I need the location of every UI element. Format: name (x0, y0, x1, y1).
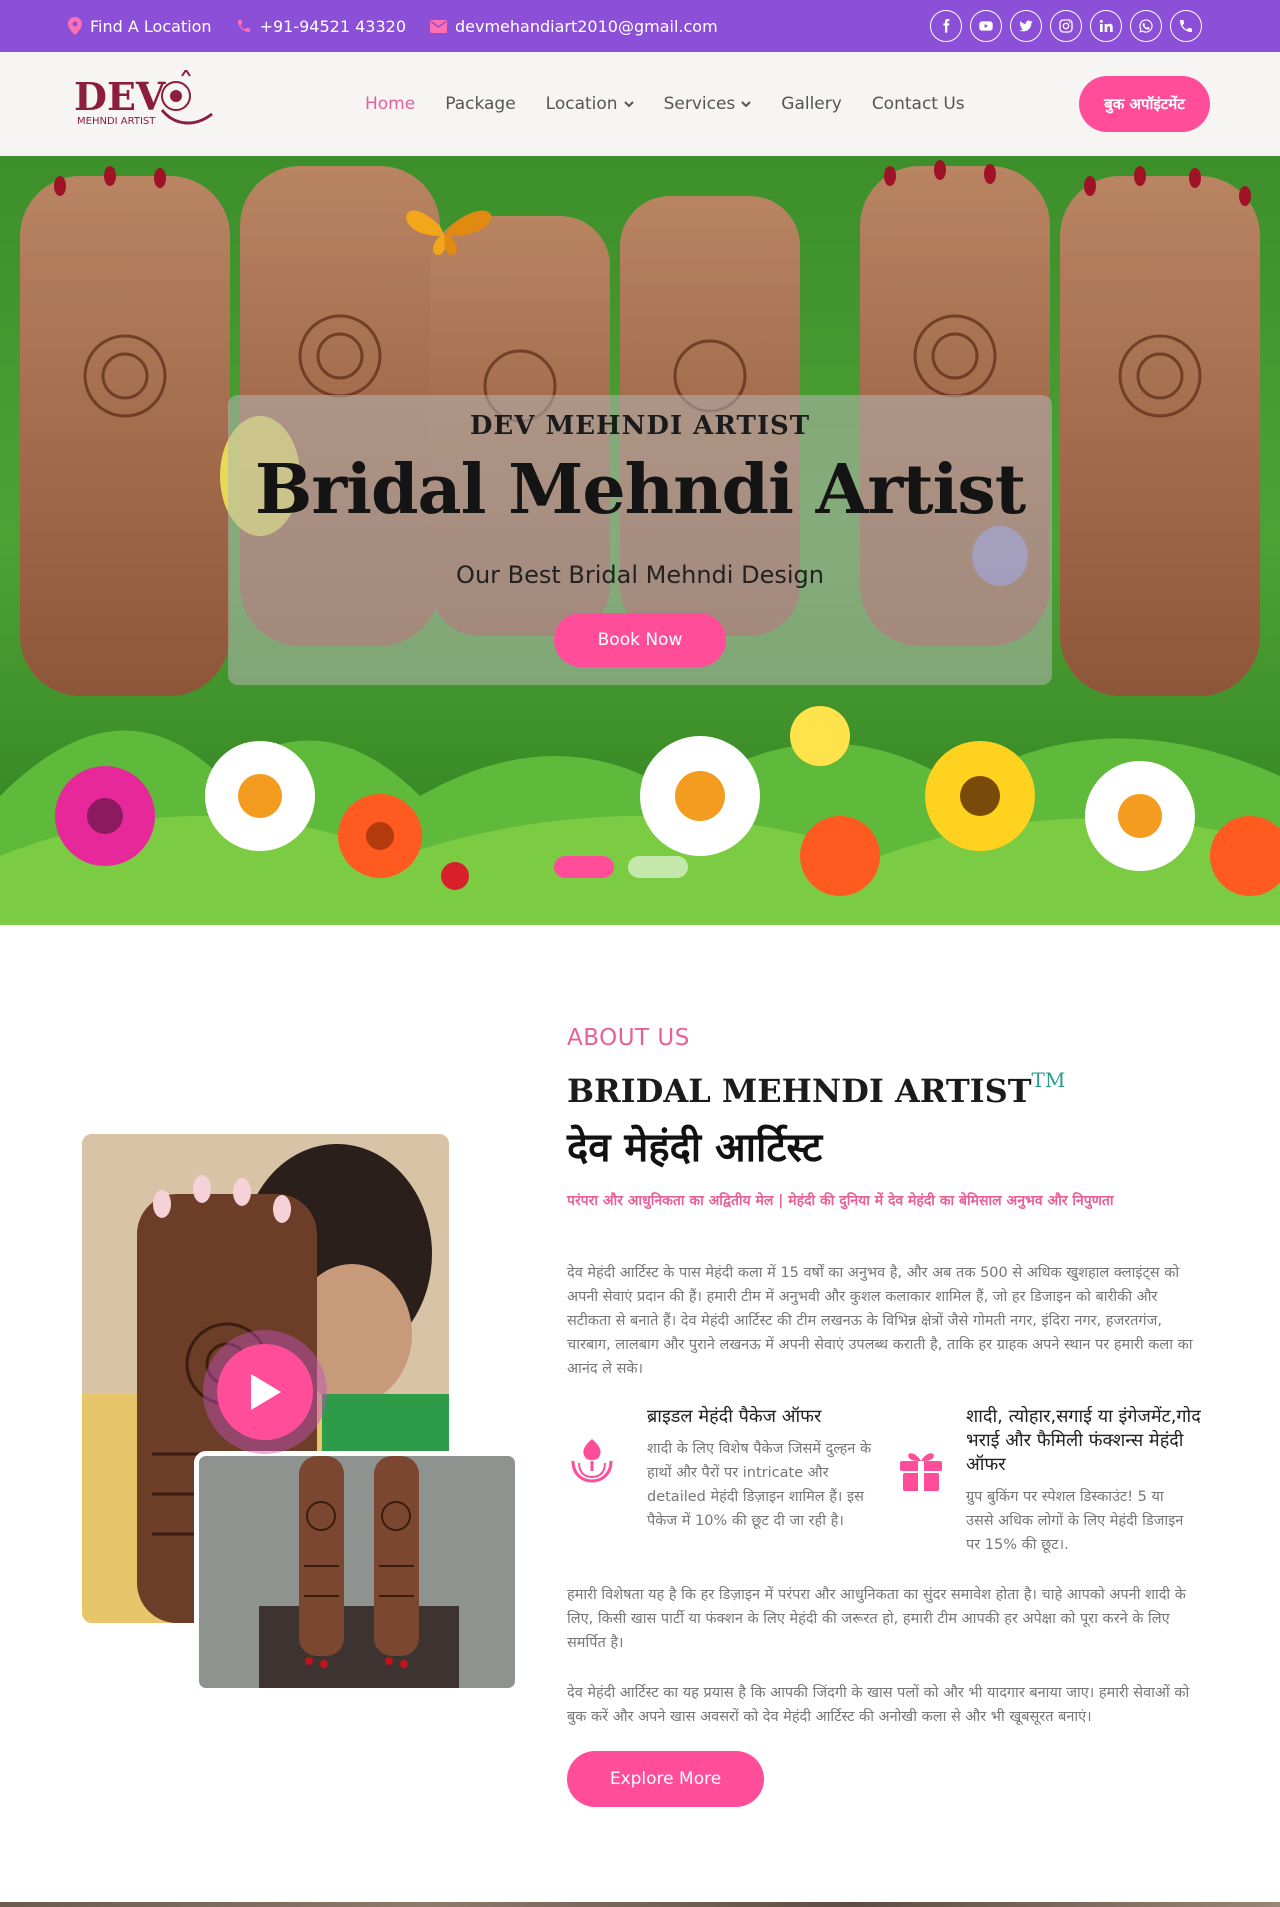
about-hindi-title: देव मेहंदी आर्टिस्ट (567, 1125, 823, 1171)
video-play-button[interactable] (203, 1330, 327, 1454)
nav-location[interactable]: Location (546, 94, 634, 114)
youtube-icon[interactable] (970, 10, 1002, 42)
about-tagline: परंपरा और आधुनिकता का अद्वितीय मेल | मेह… (567, 1193, 1114, 1209)
chevron-down-icon (741, 101, 751, 108)
location-text: Find A Location (90, 16, 212, 36)
hero-tagline: Our Best Bridal Mehndi Design (456, 561, 824, 589)
about-title: BRIDAL MEHNDI ARTISTTM (567, 1068, 1065, 1110)
gift-icon (896, 1445, 946, 1495)
about-paragraph-2: हमारी विशेषता यह है कि हर डिज़ाइन में पर… (567, 1587, 1186, 1651)
henna-cone-icon (567, 1435, 617, 1485)
nav-contact[interactable]: Contact Us (872, 94, 965, 114)
about-section: ABOUT US BRIDAL MEHNDI ARTISTTM देव मेहं… (0, 925, 1280, 1907)
email-text: devmehandiart2010@gmail.com (455, 16, 718, 36)
email-link[interactable]: devmehandiart2010@gmail.com (430, 17, 718, 36)
instagram-icon[interactable] (1050, 10, 1082, 42)
envelope-icon (430, 19, 447, 33)
hero-caption: DEV MEHNDI ARTIST Bridal Mehndi Artist O… (228, 395, 1052, 685)
next-section-edge (0, 1902, 1280, 1907)
nav-home[interactable]: Home (365, 94, 415, 114)
feature-bridal-package: ब्राइडल मेहंदी पैकेज ऑफर शादी के लिए विश… (567, 1405, 871, 1565)
feature-2-title: शादी, त्योहार,सगाई या इंगेजमेंट,गोद भराई… (966, 1406, 1201, 1475)
nav-gallery-label: Gallery (781, 94, 842, 114)
slider-dot-1[interactable] (554, 856, 614, 878)
chevron-down-icon (623, 101, 634, 108)
slider-indicators (554, 856, 688, 878)
location-link[interactable]: Find A Location (68, 17, 212, 36)
nav-package[interactable]: Package (445, 94, 515, 114)
top-bar: Find A Location +91-94521 43320 devmehan… (0, 0, 1280, 52)
nav-contact-label: Contact Us (871, 94, 965, 114)
nav-package-label: Package (445, 94, 516, 114)
contact-info: Find A Location +91-94521 43320 devmehan… (68, 0, 718, 52)
phone-icon (236, 18, 252, 34)
nav-services-label: Services (663, 94, 736, 114)
site-logo[interactable]: DEV MEHNDI ARTIST (74, 68, 224, 140)
nav-menu: Home Package Location Services Gallery C… (365, 52, 965, 156)
feature-1-title: ब्राइडल मेहंदी पैकेज ऑफर (647, 1406, 822, 1427)
twitter-icon[interactable] (1010, 10, 1042, 42)
about-title-text: BRIDAL MEHNDI ARTIST (567, 1072, 1032, 1110)
nav-services[interactable]: Services (664, 94, 752, 114)
hero-subtitle: DEV MEHNDI ARTIST (469, 411, 811, 441)
social-links (930, 10, 1202, 42)
about-paragraph-3: देव मेहंदी आर्टिस्ट का यह प्रयास है कि आ… (567, 1685, 1190, 1725)
book-now-button[interactable]: Book Now (554, 613, 726, 667)
main-navbar: DEV MEHNDI ARTIST Home Package Location … (0, 52, 1280, 156)
explore-more-button[interactable]: Explore More (567, 1751, 764, 1807)
book-appointment-button[interactable]: बुक अपॉइंटमेंट (1079, 76, 1210, 132)
feature-2-text: ग्रुप बुकिंग पर स्पेशल डिस्काउंट! 5 या उ… (966, 1489, 1184, 1553)
nav-location-label: Location (545, 94, 618, 114)
about-label: ABOUT US (567, 1025, 690, 1051)
phone-call-icon[interactable] (1170, 10, 1202, 42)
about-paragraph-1: देव मेहंदी आर्टिस्ट के पास मेहंदी कला मे… (567, 1265, 1193, 1377)
linkedin-icon[interactable] (1090, 10, 1122, 42)
feature-family-functions: शादी, त्योहार,सगाई या इंगेजमेंट,गोद भराई… (886, 1405, 1206, 1565)
feature-1-text: शादी के लिए विशेष पैकेज जिसमें दुल्हन के… (647, 1441, 872, 1529)
hero-title: Bridal Mehndi Artist (254, 450, 1026, 530)
facebook-icon[interactable] (930, 10, 962, 42)
about-image-feet (194, 1451, 520, 1693)
hero-slider: DEV MEHNDI ARTIST Bridal Mehndi Artist O… (0, 156, 1280, 925)
nav-gallery[interactable]: Gallery (781, 94, 842, 114)
trademark-mark: TM (1031, 1068, 1066, 1092)
nav-home-label: Home (365, 94, 416, 114)
play-icon (217, 1344, 313, 1440)
map-pin-icon (68, 17, 82, 35)
phone-text: +91-94521 43320 (259, 16, 406, 36)
whatsapp-icon[interactable] (1130, 10, 1162, 42)
svg-text:DEV: DEV (74, 74, 167, 119)
slider-dot-2[interactable] (628, 856, 688, 878)
phone-link[interactable]: +91-94521 43320 (236, 17, 406, 36)
svg-text:MEHNDI ARTIST: MEHNDI ARTIST (77, 116, 156, 127)
